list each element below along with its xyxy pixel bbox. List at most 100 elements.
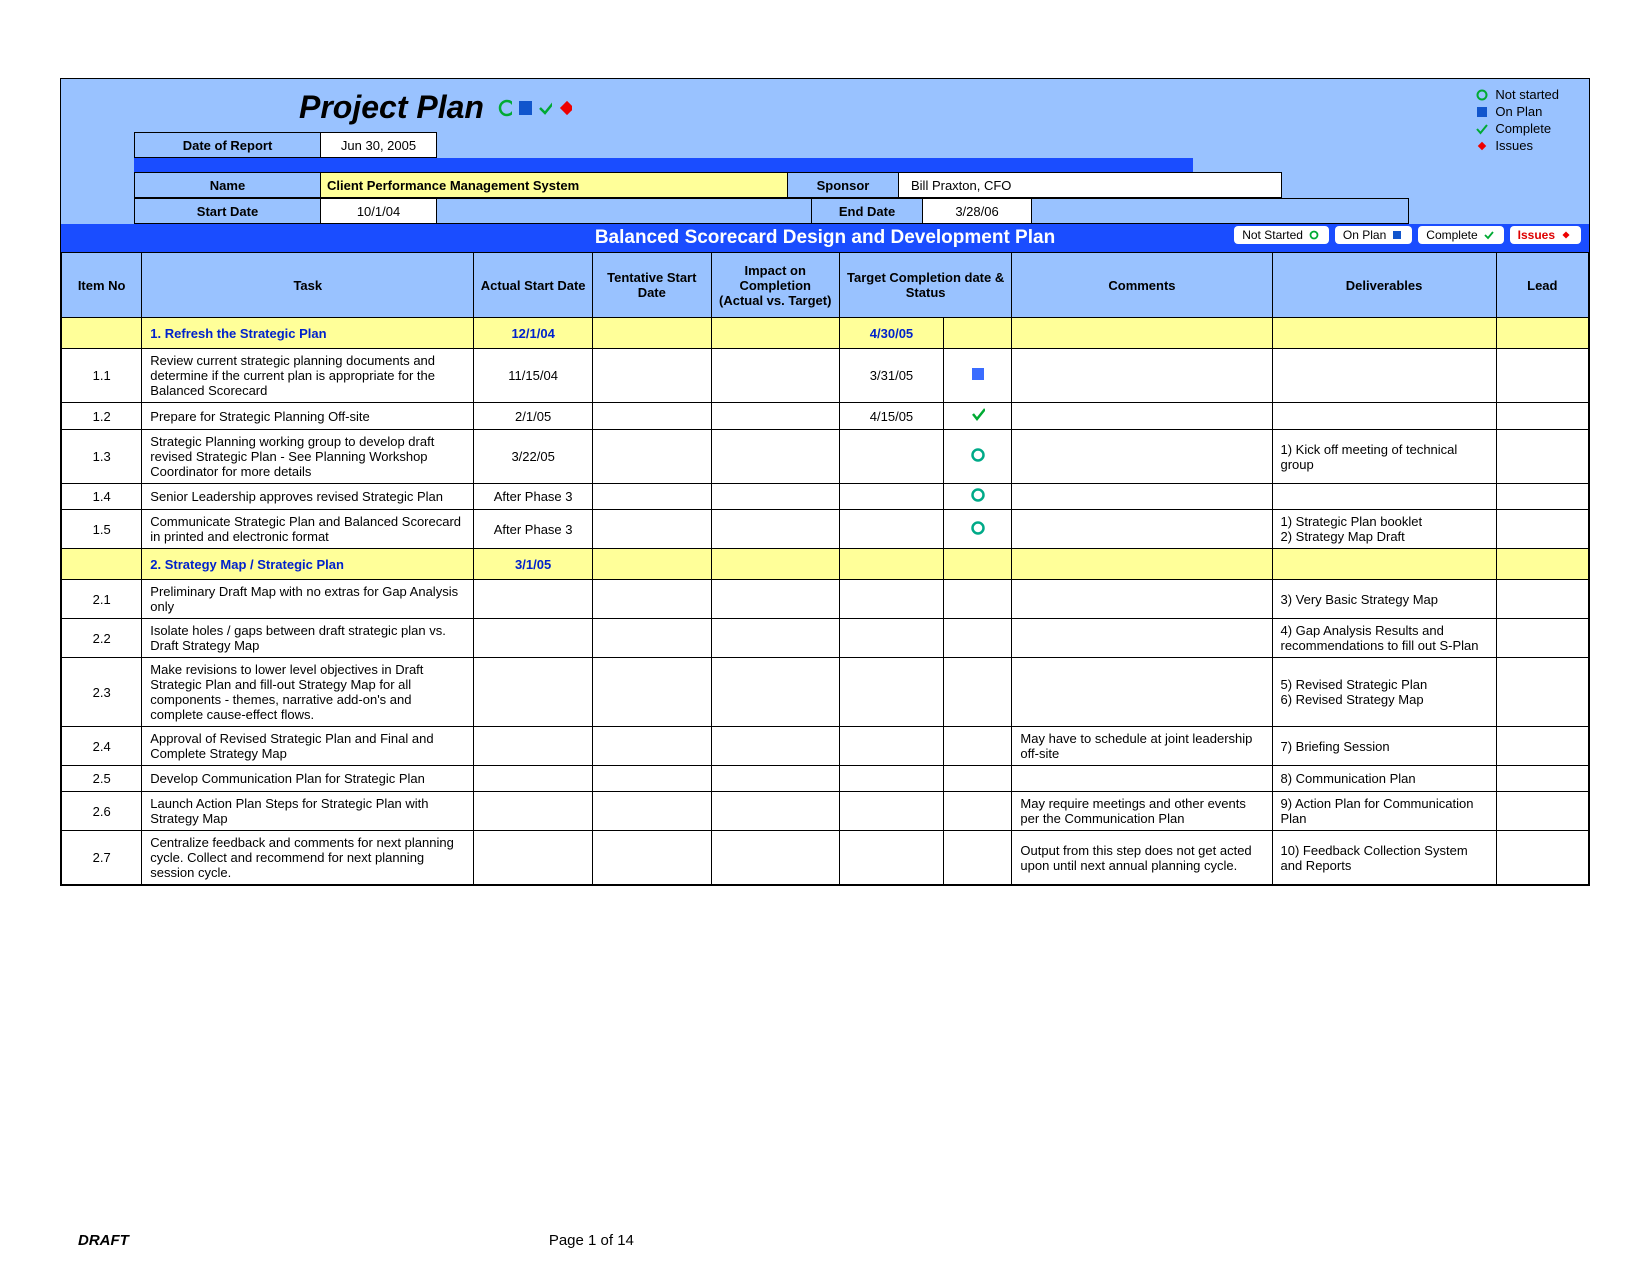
- table-row: 2.4 Approval of Revised Strategic Plan a…: [62, 727, 1589, 766]
- draft-label: DRAFT: [78, 1232, 129, 1249]
- cell-item-no: 2.7: [62, 831, 142, 885]
- col-target-completion: Target Completion date & Status: [839, 253, 1012, 318]
- cell-deliverables: [1272, 403, 1496, 430]
- document-frame: Project Plan Not started On Plan Complet…: [60, 78, 1590, 886]
- filter-issues-button[interactable]: Issues: [1510, 226, 1581, 244]
- cell-actual-start: [474, 766, 593, 792]
- cell-tentative-start: [592, 792, 711, 831]
- cell-tentative-start: [592, 766, 711, 792]
- cell-lead: [1496, 510, 1588, 549]
- title-status-icons: [498, 101, 572, 115]
- cell-impact: [711, 349, 839, 403]
- cell-item-no: 2.5: [62, 766, 142, 792]
- cell-status: [944, 831, 1012, 885]
- col-impact: Impact on Completion (Actual vs. Target): [711, 253, 839, 318]
- cell-status: [944, 484, 1012, 510]
- cell-item-no: 1.4: [62, 484, 142, 510]
- check-icon: [1475, 122, 1489, 136]
- page-footer: DRAFT Page 1 of 14: [78, 1232, 1572, 1249]
- legend-on-plan: On Plan: [1495, 104, 1542, 119]
- cell-status: [944, 727, 1012, 766]
- blue-divider: [134, 158, 1193, 172]
- table-row: 1.1 Review current strategic planning do…: [62, 349, 1589, 403]
- cell-item-no: 1.3: [62, 430, 142, 484]
- cell-impact: [711, 403, 839, 430]
- cell-deliverables: 5) Revised Strategic Plan6) Revised Stra…: [1272, 658, 1496, 727]
- cell-actual-start: 2/1/05: [474, 403, 593, 430]
- cell-item-no: 2.2: [62, 619, 142, 658]
- cell-target-date: [839, 484, 943, 510]
- filter-complete-button[interactable]: Complete: [1418, 226, 1503, 244]
- cell-impact: [711, 619, 839, 658]
- cell-task: Centralize feedback and comments for nex…: [142, 831, 474, 885]
- table-row: 1.4 Senior Leadership approves revised S…: [62, 484, 1589, 510]
- cell-actual-start: After Phase 3: [474, 510, 593, 549]
- cell-impact: [711, 510, 839, 549]
- status-icon: [971, 630, 985, 644]
- square-icon: [518, 101, 532, 115]
- cell-deliverables: 3) Very Basic Strategy Map: [1272, 580, 1496, 619]
- cell-impact: [711, 658, 839, 727]
- cell-actual-start: 11/15/04: [474, 349, 593, 403]
- cell-comments: Output from this step does not get acted…: [1012, 831, 1272, 885]
- filter-on-plan-button[interactable]: On Plan: [1335, 226, 1412, 244]
- filler: [437, 199, 812, 224]
- cell-target-date: 3/31/05: [839, 349, 943, 403]
- cell-target-date: [839, 792, 943, 831]
- cell-actual-start: [474, 792, 593, 831]
- cell-status: [944, 792, 1012, 831]
- project-name-value: Client Performance Management System: [321, 173, 788, 198]
- cell-tentative-start: [592, 658, 711, 727]
- cell-comments: [1012, 510, 1272, 549]
- cell-actual-start: 3/22/05: [474, 430, 593, 484]
- cell-actual-start: [474, 831, 593, 885]
- cell-comments: May have to schedule at joint leadership…: [1012, 727, 1272, 766]
- cell-comments: [1012, 658, 1272, 727]
- cell-lead: [1496, 580, 1588, 619]
- status-icon: [971, 770, 985, 784]
- legend-complete: Complete: [1495, 121, 1551, 136]
- status-icon: [971, 367, 985, 381]
- cell-deliverables: 4) Gap Analysis Results and recommendati…: [1272, 619, 1496, 658]
- end-date-label: End Date: [812, 199, 923, 224]
- table-row: 2.7 Centralize feedback and comments for…: [62, 831, 1589, 885]
- cell-target-date: [839, 580, 943, 619]
- cell-item-no: 2.3: [62, 658, 142, 727]
- start-date-label: Start Date: [135, 199, 321, 224]
- page: Project Plan Not started On Plan Complet…: [0, 0, 1650, 1275]
- cell-lead: [1496, 349, 1588, 403]
- cell-task: Prepare for Strategic Planning Off-site: [142, 403, 474, 430]
- cell-lead: [1496, 403, 1588, 430]
- cell-task: Approval of Revised Strategic Plan and F…: [142, 727, 474, 766]
- square-icon: [1475, 105, 1489, 119]
- cell-lead: [1496, 619, 1588, 658]
- cell-status: [944, 403, 1012, 430]
- col-deliverables: Deliverables: [1272, 253, 1496, 318]
- cell-target-date: [839, 658, 943, 727]
- header-band: Project Plan Not started On Plan Complet…: [61, 79, 1589, 224]
- cell-target-date: [839, 831, 943, 885]
- table-row: 2.5 Develop Communication Plan for Strat…: [62, 766, 1589, 792]
- cell-actual-start: After Phase 3: [474, 484, 593, 510]
- date-of-report-value: Jun 30, 2005: [321, 133, 437, 158]
- table-header-row: Item No Task Actual Start Date Tentative…: [62, 253, 1589, 318]
- cell-task: Review current strategic planning docume…: [142, 349, 474, 403]
- cell-item-no: 2.1: [62, 580, 142, 619]
- filter-not-started-button[interactable]: Not Started: [1234, 226, 1329, 244]
- cell-target-date: 4/15/05: [839, 403, 943, 430]
- cell-status: [944, 349, 1012, 403]
- cell-comments: [1012, 349, 1272, 403]
- cell-status: [944, 430, 1012, 484]
- col-tentative-start: Tentative Start Date: [592, 253, 711, 318]
- cell-tentative-start: [592, 619, 711, 658]
- cell-target-date: [839, 430, 943, 484]
- cell-lead: [1496, 430, 1588, 484]
- table-row: 1.5 Communicate Strategic Plan and Balan…: [62, 510, 1589, 549]
- name-label: Name: [135, 173, 321, 198]
- cell-deliverables: [1272, 349, 1496, 403]
- filler: [1032, 199, 1409, 224]
- status-icon: [971, 407, 985, 421]
- table-row: 1.3 Strategic Planning working group to …: [62, 430, 1589, 484]
- col-task: Task: [142, 253, 474, 318]
- cell-task: Senior Leadership approves revised Strat…: [142, 484, 474, 510]
